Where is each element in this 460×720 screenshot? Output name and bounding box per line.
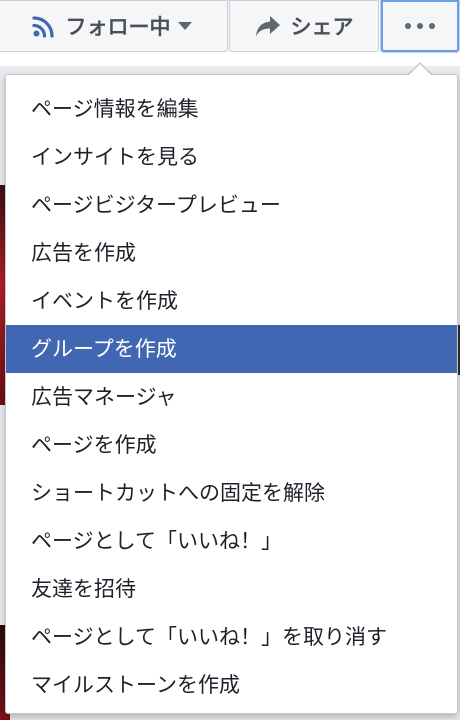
menu-item-unpin-shortcut[interactable]: ショートカットへの固定を解除 [6, 469, 457, 517]
more-options-menu: ページ情報を編集 インサイトを見る ページビジタープレビュー 広告を作成 イベン… [5, 74, 458, 714]
share-arrow-icon [255, 15, 281, 37]
page-action-bar: フォロー中 シェア [0, 0, 460, 52]
menu-item-list: ページ情報を編集 インサイトを見る ページビジタープレビュー 広告を作成 イベン… [6, 85, 457, 709]
menu-pointer [408, 64, 432, 76]
menu-item-ads-manager[interactable]: 広告マネージャ [6, 373, 457, 421]
following-button-label: フォロー中 [65, 15, 171, 39]
caret-down-icon [177, 21, 193, 31]
menu-item-like-as-page[interactable]: ページとして「いいね！」 [6, 517, 457, 565]
share-button-label: シェア [290, 15, 354, 39]
menu-item-page-visitor-preview[interactable]: ページビジタープレビュー [6, 181, 457, 229]
menu-item-create-event[interactable]: イベントを作成 [6, 277, 457, 325]
menu-item-create-ad[interactable]: 広告を作成 [6, 229, 457, 277]
page-divider [0, 52, 460, 66]
menu-item-unlike-as-page[interactable]: ページとして「いいね！」を取り消す [6, 613, 457, 661]
following-button[interactable]: フォロー中 [0, 0, 228, 52]
rss-feed-icon [31, 14, 56, 38]
menu-item-view-insights[interactable]: インサイトを見る [6, 133, 457, 181]
menu-item-create-group[interactable]: グループを作成 [6, 325, 457, 373]
menu-item-edit-page-info[interactable]: ページ情報を編集 [6, 85, 457, 133]
share-button[interactable]: シェア [229, 0, 379, 52]
menu-item-create-page[interactable]: ページを作成 [6, 421, 457, 469]
menu-item-invite-friends[interactable]: 友達を招待 [6, 565, 457, 613]
menu-item-create-milestone[interactable]: マイルストーンを作成 [6, 661, 457, 709]
more-dots-icon [405, 23, 435, 29]
more-options-button[interactable] [381, 0, 459, 52]
